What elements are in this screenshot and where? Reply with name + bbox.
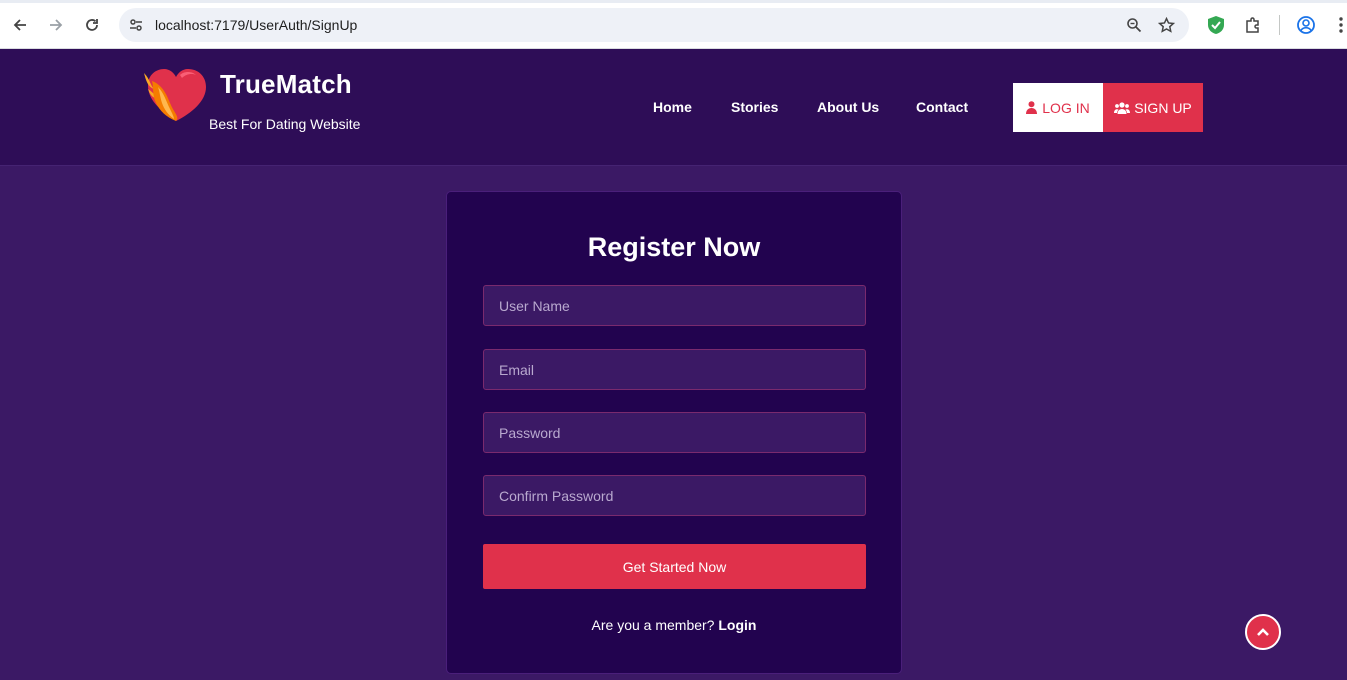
confirm-password-input[interactable] <box>483 475 866 516</box>
address-bar[interactable]: localhost:7179/UserAuth/SignUp <box>119 8 1189 42</box>
puzzle-icon[interactable] <box>1242 14 1264 36</box>
heart-flame-logo[interactable] <box>140 63 212 125</box>
username-input[interactable] <box>483 285 866 326</box>
brand-tagline: Best For Dating Website <box>209 116 361 132</box>
member-prompt-line: Are you a member? Login <box>447 617 901 633</box>
tab-strip-edge <box>0 0 1347 3</box>
user-icon <box>1026 101 1038 114</box>
register-card: Register Now Get Started Now Are you a m… <box>446 191 902 674</box>
email-input[interactable] <box>483 349 866 390</box>
nav-home[interactable]: Home <box>653 99 692 115</box>
url-text[interactable]: localhost:7179/UserAuth/SignUp <box>155 17 357 33</box>
arrow-right-icon <box>50 19 63 31</box>
register-title: Register Now <box>587 232 761 262</box>
toolbar-separator <box>1279 15 1280 35</box>
chevron-up-icon <box>1257 628 1269 636</box>
nav-stories[interactable]: Stories <box>731 99 778 115</box>
nav-contact[interactable]: Contact <box>916 99 968 115</box>
arrow-left-icon <box>13 19 26 31</box>
login-link[interactable]: Login <box>718 617 756 633</box>
forward-button[interactable] <box>44 13 68 37</box>
get-started-button[interactable]: Get Started Now <box>483 544 866 589</box>
site-header: TrueMatch Best For Dating Website Home S… <box>0 49 1347 166</box>
users-icon <box>1114 101 1131 114</box>
reload-button[interactable] <box>80 13 104 37</box>
signup-button[interactable]: SIGN UP <box>1103 83 1203 132</box>
tune-icon[interactable] <box>127 16 145 34</box>
password-input[interactable] <box>483 412 866 453</box>
login-button[interactable]: LOG IN <box>1013 83 1103 132</box>
back-button[interactable] <box>8 13 32 37</box>
star-icon[interactable] <box>1157 16 1175 34</box>
nav-about-us[interactable]: About Us <box>817 99 879 115</box>
signup-button-label: SIGN UP <box>1134 99 1192 116</box>
reload-icon <box>86 19 98 31</box>
login-button-label: LOG IN <box>1042 99 1090 116</box>
shield-icon[interactable] <box>1205 14 1227 36</box>
brand-name[interactable]: TrueMatch <box>220 69 352 100</box>
kebab-menu-icon[interactable] <box>1330 14 1347 36</box>
zoom-icon[interactable] <box>1125 16 1143 34</box>
scroll-to-top-button[interactable] <box>1245 614 1281 650</box>
profile-icon[interactable] <box>1295 14 1317 36</box>
browser-toolbar: localhost:7179/UserAuth/SignUp <box>0 0 1347 49</box>
member-prompt: Are you a member? <box>591 617 715 633</box>
